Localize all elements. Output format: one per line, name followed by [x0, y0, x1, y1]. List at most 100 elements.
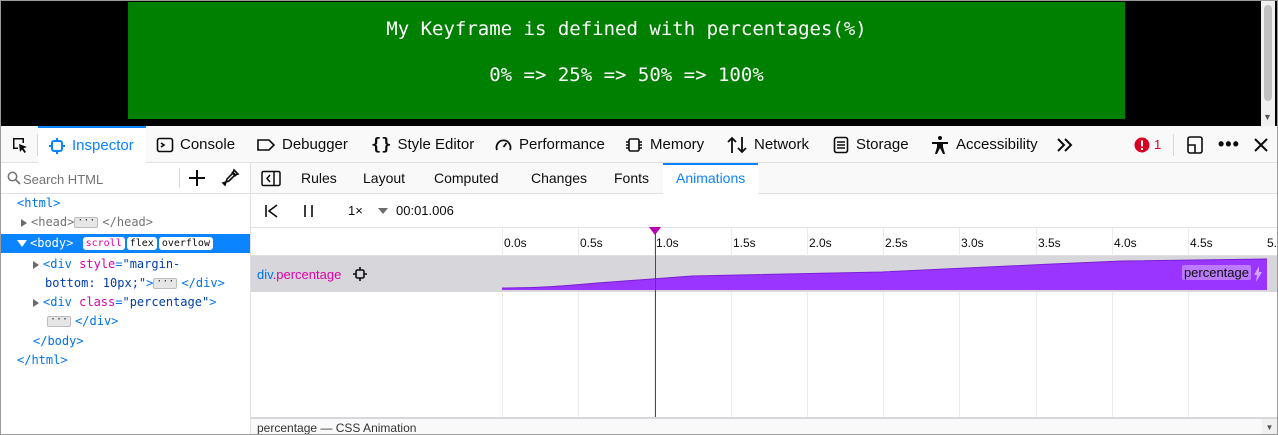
devtools-toolbox: Inspector Console Debugger {} Style Edit… — [1, 126, 1277, 163]
tree-html-open[interactable]: <html> — [17, 194, 60, 213]
badge-flex[interactable]: flex — [126, 237, 157, 250]
tree-body-close[interactable]: </body> — [33, 332, 84, 351]
tree-body-selected[interactable]: <body> scroll flex overflow — [1, 234, 250, 253]
markup-search-bar — [1, 163, 250, 194]
options-menu-button[interactable]: ••• — [1218, 126, 1240, 163]
tab-rules[interactable]: Rules — [301, 163, 337, 194]
demo-title: My Keyframe is defined with percentages(… — [386, 18, 867, 40]
tag-div: <div — [43, 295, 80, 309]
tag-div-close: </div> — [181, 276, 225, 290]
tab-storage-label: Storage — [856, 136, 909, 153]
tag-html: <html> — [17, 196, 61, 210]
animation-target[interactable]: div.percentage — [257, 267, 341, 282]
tick-label: 4.5s — [1190, 236, 1213, 250]
tick-label: 0.5s — [580, 236, 603, 250]
dock-options-button[interactable] — [1185, 126, 1205, 163]
playback-rate-select[interactable]: 1× — [348, 203, 363, 218]
badge-overflow[interactable]: overflow — [158, 237, 213, 250]
sidebar-scroll-down-icon[interactable]: ▼ — [1262, 419, 1277, 434]
console-icon — [156, 137, 174, 152]
target-class: .percentage — [272, 267, 342, 282]
scrubber-handle[interactable] — [649, 227, 661, 235]
tick-label: 4.0s — [1114, 236, 1137, 250]
braces-icon: {} — [371, 134, 392, 155]
tab-memory[interactable]: Memory — [624, 126, 704, 163]
tab-accessibility-label: Accessibility — [956, 136, 1038, 153]
scroll-down-arrow-icon[interactable]: ▼ — [1263, 112, 1272, 122]
pause-icon[interactable] — [301, 203, 317, 219]
chevron-down-icon[interactable] — [378, 208, 388, 214]
tree-head[interactable]: <head> ··· </head> — [21, 213, 153, 232]
gauge-icon — [495, 139, 512, 150]
error-icon — [1134, 137, 1150, 152]
tree-html-close[interactable]: </html> — [17, 351, 68, 370]
tick-label: 1.0s — [656, 236, 679, 250]
tag-gt: > — [209, 295, 217, 309]
animation-progress-bar[interactable] — [502, 256, 1267, 292]
tab-accessibility[interactable]: Accessibility — [930, 126, 1038, 163]
tag-body: <body> — [30, 236, 74, 250]
tab-network[interactable]: Network — [726, 126, 809, 163]
tick-label: 1.5s — [733, 236, 756, 250]
tree-div-percentage-cont: ··· </div> — [47, 312, 118, 331]
tree-div-style-cont: bottom: 10px;"> ··· </div> — [45, 274, 225, 293]
page-scrollbar-thumb[interactable] — [1264, 5, 1272, 101]
error-count: 1 — [1154, 137, 1162, 152]
animation-row[interactable]: div.percentage percentage — [251, 256, 1277, 292]
add-node-icon[interactable] — [186, 167, 208, 189]
error-count-button[interactable]: 1 — [1134, 126, 1161, 163]
tree-div-style[interactable]: <div style="margin- — [33, 255, 180, 274]
attr-style-value-part2: bottom: 10px;" — [45, 276, 147, 290]
expand-div-twisty-icon[interactable] — [33, 260, 39, 269]
element-picker-button[interactable] — [5, 126, 35, 163]
search-html-input[interactable] — [23, 169, 173, 189]
tree-div-percentage[interactable]: <div class="percentage"> — [33, 293, 216, 312]
dock-layout-icon — [1187, 135, 1203, 154]
target-tag: div — [257, 267, 273, 282]
rewind-icon[interactable] — [263, 203, 281, 219]
tab-changes[interactable]: Changes — [531, 163, 587, 194]
tab-storage[interactable]: Storage — [832, 126, 909, 163]
animation-details-bar: percentage — CSS Animation — [251, 417, 1277, 434]
expand-head-twisty-icon[interactable] — [21, 218, 27, 227]
tab-debugger[interactable]: Debugger — [256, 126, 348, 163]
demo-keyframe-sequence: 0% => 25% => 50% => 100% — [489, 64, 764, 86]
collapsed-content-ellipsis[interactable]: ··· — [47, 315, 72, 327]
toggle-sidebar-icon[interactable] — [261, 170, 281, 187]
tick-label: 2.0s — [809, 236, 832, 250]
collapsed-content-ellipsis[interactable]: ··· — [74, 216, 99, 228]
markup-panel: <html> <head>···</head> <body> scrollfle… — [1, 163, 251, 434]
expand-div-twisty-icon[interactable] — [33, 298, 39, 307]
attr-class: class — [79, 295, 116, 309]
tab-console[interactable]: Console — [156, 126, 235, 163]
more-tools-button[interactable] — [1055, 126, 1075, 163]
eyedropper-icon[interactable] — [220, 168, 240, 188]
collapsed-content-ellipsis[interactable]: ··· — [153, 277, 178, 289]
collapse-body-twisty-icon[interactable] — [17, 240, 27, 247]
timeline-scrubber[interactable] — [655, 228, 656, 418]
badge-scroll[interactable]: scroll — [82, 237, 125, 250]
tab-style-editor[interactable]: {} Style Editor — [371, 126, 474, 163]
tab-network-label: Network — [754, 136, 810, 153]
select-node-target-icon[interactable] — [352, 266, 368, 282]
devtools-window: My Keyframe is defined with percentages(… — [0, 0, 1278, 435]
ellipsis-icon: ••• — [1218, 134, 1240, 154]
search-icon — [7, 171, 21, 185]
tick-label: 2.5s — [885, 236, 908, 250]
tab-layout[interactable]: Layout — [363, 163, 405, 194]
attr-style: style — [79, 257, 116, 271]
network-arrows-icon — [727, 136, 747, 153]
tab-performance[interactable]: Performance — [494, 126, 605, 163]
page-preview: My Keyframe is defined with percentages(… — [1, 1, 1277, 126]
page-scrollbar[interactable]: ▼ — [1261, 1, 1275, 126]
attr-class-value: "percentage" — [122, 295, 210, 309]
tab-fonts[interactable]: Fonts — [614, 163, 649, 194]
tag-gt: > — [146, 276, 154, 290]
timeline-header: 0.0s 0.5s 1.0s 1.5s 2.0s 2.5s 3.0s 3.5s … — [251, 228, 1277, 256]
tab-animations[interactable]: Animations — [663, 163, 759, 194]
tab-inspector[interactable]: Inspector — [38, 126, 146, 163]
tab-computed[interactable]: Computed — [434, 163, 499, 194]
tag-html-close: </html> — [17, 353, 68, 367]
close-devtools-button[interactable] — [1253, 126, 1269, 163]
tab-memory-label: Memory — [650, 136, 705, 153]
